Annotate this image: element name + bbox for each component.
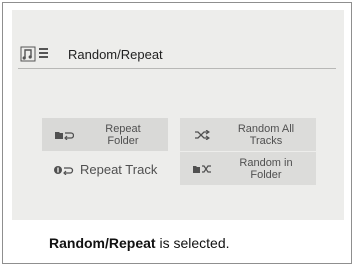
repeat-track-option[interactable]: Repeat Track (42, 155, 168, 184)
shuffle-icon (195, 129, 210, 140)
random-in-folder-label: Random in Folder (239, 156, 293, 181)
caption: Random/Repeat is selected. (49, 235, 230, 251)
screen-title: Random/Repeat (68, 47, 163, 62)
random-all-tracks-label: Random All Tracks (237, 122, 295, 147)
shuffle-folder-icon (193, 164, 211, 173)
repeat-folder-option[interactable]: Repeat Folder (42, 118, 168, 151)
random-all-tracks-option[interactable]: Random All Tracks (180, 118, 316, 151)
title-bar: Random/Repeat (18, 42, 336, 69)
random-in-folder-option[interactable]: Random in Folder (180, 152, 316, 185)
music-list-icon (20, 46, 48, 62)
repeat-folder-label: Repeat Folder (105, 122, 141, 147)
repeat-one-icon (54, 165, 74, 175)
repeat-track-label: Repeat Track (80, 161, 158, 177)
caption-emphasis: Random/Repeat (49, 235, 156, 251)
repeat-folder-icon (55, 131, 74, 140)
caption-text: is selected. (155, 235, 230, 251)
